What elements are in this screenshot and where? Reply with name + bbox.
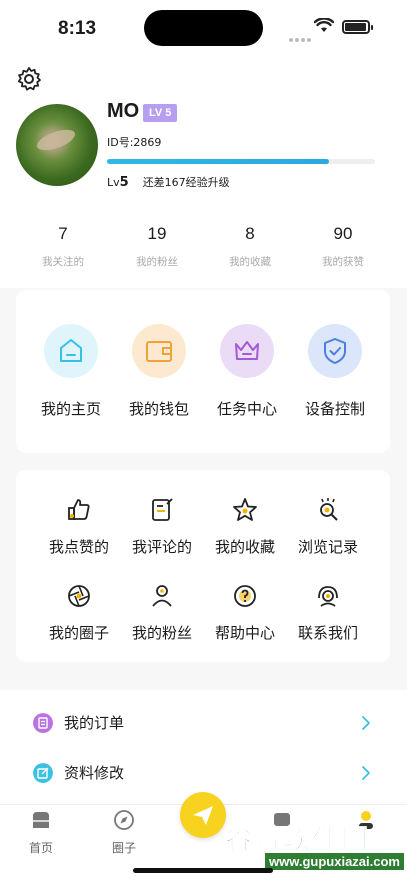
grid-item-label: 我的收藏 [214,538,275,556]
feature-card: 我的主页 我的钱包 任务中心 设备控制 [16,290,390,453]
home-icon [60,339,82,362]
grid-item-label: 帮助中心 [214,624,275,642]
grid-item-my-favorites[interactable]: 我的收藏 [198,496,292,557]
watermark-main: 谷普软件园 [225,825,370,856]
feature-device-control[interactable]: 设备控制 [288,324,382,419]
list-item-my-orders[interactable]: 我的订单 [0,699,407,749]
signal-icon [289,27,313,46]
stat-label: 我关注的 [42,256,84,268]
stat-favorites[interactable]: 8 我的收藏 [203,224,297,269]
grid-item-my-circles[interactable]: 我的圈子 [32,582,126,643]
level-prefix: Lv [107,176,120,189]
home-indicator [133,868,273,873]
shield-icon [324,338,346,364]
feature-task-center[interactable]: 任务中心 [200,324,294,419]
star-icon [233,498,257,521]
grid-item-label: 我点赞的 [48,538,109,556]
history-icon [320,498,338,521]
stat-likes[interactable]: 90 我的获赞 [296,224,390,269]
watermark-url: www.gupuxiazai.com [265,853,404,870]
grid-item-my-likes[interactable]: 我点赞的 [32,496,126,557]
exp-progress-bar [107,159,375,164]
stat-followers[interactable]: 19 我的粉丝 [110,224,204,269]
feature-icon-bg [308,324,362,378]
stat-value: 8 [245,224,255,243]
avatar[interactable] [16,104,98,186]
chevron-right-icon [362,716,370,730]
person-icon [152,585,172,607]
feature-my-homepage[interactable]: 我的主页 [24,324,118,419]
activity-grid-card: 我点赞的 我评论的 我的收藏 浏览记录 我的圈子 我的粉丝 帮助中心 联系我们 [16,470,390,662]
grid-item-label: 我的圈子 [48,624,109,642]
tab-circle[interactable]: 圈子 [99,809,149,856]
feature-icon-bg [44,324,98,378]
stats-row: 7 我关注的 19 我的粉丝 8 我的收藏 90 我的获赞 [16,224,390,276]
username: MO [107,100,140,122]
grid-item-label: 联系我们 [297,624,358,642]
stat-label: 我的获赞 [322,256,364,268]
edit-profile-icon [33,763,53,783]
grid-item-help-center[interactable]: 帮助中心 [198,582,292,643]
tab-label: 首页 [28,841,53,855]
stat-value: 90 [333,224,353,243]
stat-following[interactable]: 7 我关注的 [16,224,110,269]
feature-label: 任务中心 [216,400,277,418]
headset-icon [318,586,338,607]
gear-icon[interactable] [16,66,42,92]
level-badge: LV 5 [143,104,178,122]
grid-item-contact-us[interactable]: 联系我们 [281,582,375,643]
feature-label: 设备控制 [304,400,365,418]
feature-label: 我的钱包 [128,400,189,418]
profile-header: MO LV 5 ID号:2869 Lv5 还差167经验升级 7 我关注的 19 … [0,58,407,288]
stat-label: 我的收藏 [229,256,271,268]
thumbs-up-icon [68,499,90,520]
stat-value: 19 [147,224,167,243]
crown-icon [235,341,259,360]
settings-list: 我的订单 资料修改 [0,690,407,804]
wifi-icon [314,18,334,32]
feature-my-wallet[interactable]: 我的钱包 [112,324,206,419]
status-bar: 8:13 [0,0,407,58]
grid-item-label: 我评论的 [131,538,192,556]
battery-icon [342,20,373,34]
compass-icon [114,810,134,830]
help-icon [234,585,256,607]
level-hint: 还差167经验升级 [142,176,230,189]
status-time: 8:13 [58,18,97,39]
exp-progress-fill [107,159,330,164]
list-item-label: 我的订单 [64,714,125,732]
level-info: Lv5 还差167经验升级 [107,174,230,190]
dynamic-island [144,10,263,46]
comment-edit-icon [152,498,173,521]
chevron-right-icon [362,766,370,780]
grid-item-my-comments[interactable]: 我评论的 [115,496,209,557]
feature-label: 我的主页 [40,400,101,418]
watermark: 谷普软件园 www.gupuxiazai.com [220,818,407,883]
stat-value: 7 [58,224,68,243]
feature-icon-bg [132,324,186,378]
tab-home[interactable]: 首页 [16,809,66,856]
tab-label: 圈子 [111,841,136,855]
circle-aperture-icon [68,585,90,607]
wallet-icon [146,341,172,362]
feature-icon-bg [220,324,274,378]
grid-item-my-fans[interactable]: 我的粉丝 [115,582,209,643]
grid-item-label: 我的粉丝 [131,624,192,642]
user-id: ID号:2869 [107,136,162,149]
level-number: 5 [119,175,129,190]
grid-item-label: 浏览记录 [297,538,358,556]
home-tab-icon [33,812,49,828]
grid-item-browse-history[interactable]: 浏览记录 [281,496,375,557]
stat-label: 我的粉丝 [136,256,178,268]
order-icon [33,713,53,733]
list-item-label: 资料修改 [64,764,125,782]
